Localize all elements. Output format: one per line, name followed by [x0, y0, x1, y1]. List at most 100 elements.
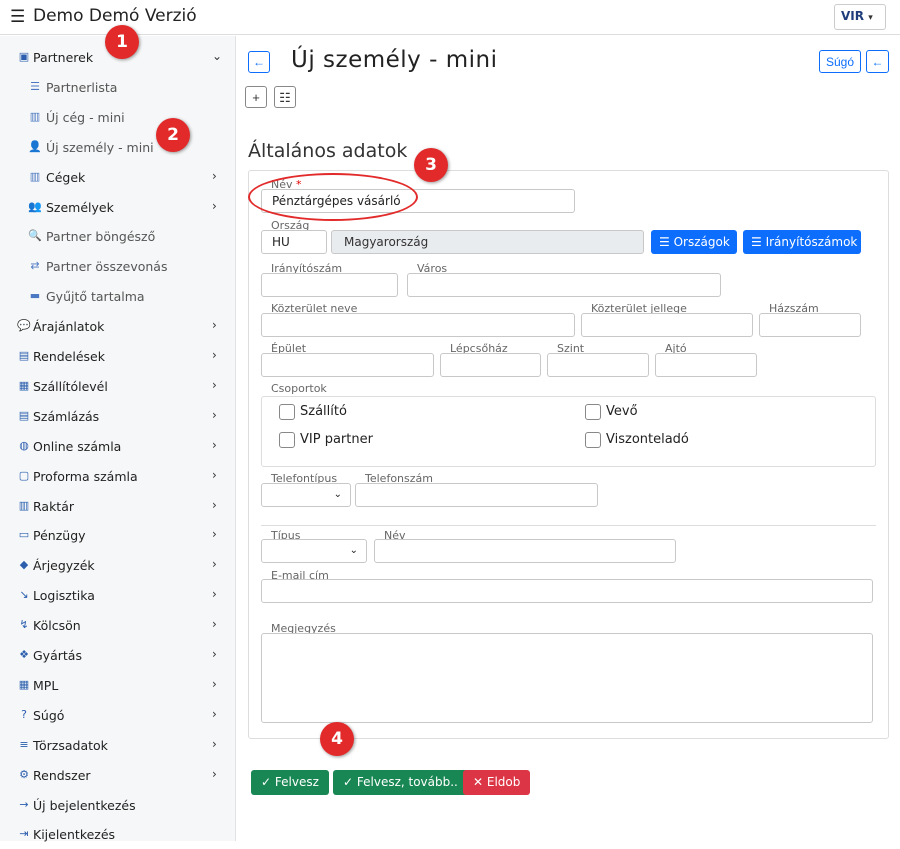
annotation-marker-1: 1	[105, 25, 139, 59]
discard-button[interactable]: ✕ Eldob	[463, 770, 531, 795]
help-button[interactable]: Súgó	[819, 50, 861, 73]
phone-number-input[interactable]	[355, 483, 598, 507]
sticky-note-icon: ▢	[18, 468, 30, 482]
buyer-checkbox[interactable]	[585, 404, 601, 420]
sidebar-item-label: Új cég - mini	[46, 109, 125, 125]
check-icon: ✓	[343, 775, 357, 789]
sidebar-item[interactable]: ? Súgó ›	[0, 702, 236, 730]
back-button-right[interactable]: ←	[866, 50, 889, 73]
chevron-right-icon: ›	[212, 407, 217, 422]
dolly-icon: ↘	[19, 588, 29, 602]
sidebar-item-label: Új bejelentkezés	[33, 797, 136, 813]
zip-input[interactable]	[261, 273, 398, 297]
vip-label: VIP partner	[300, 432, 373, 447]
sidebar-item-label: Online számla	[33, 438, 122, 454]
contact-name-input[interactable]	[374, 539, 676, 563]
sidebar-item-label: Gyártás	[33, 648, 82, 663]
hamburger-menu-icon[interactable]: ☰	[10, 7, 25, 27]
hand-holding-icon: ↯	[19, 618, 29, 632]
note-textarea[interactable]	[261, 633, 873, 723]
sidebar-item[interactable]: 💬 Árajánlatok ›	[0, 313, 236, 341]
chevron-right-icon: ›	[212, 676, 217, 691]
chevron-right-icon: ›	[212, 617, 217, 632]
annotation-marker-3: 3	[414, 148, 448, 182]
sidebar-item[interactable]: ▭ Pénzügy ›	[0, 522, 236, 550]
sidebar-item[interactable]: ▤ Számlázás ›	[0, 403, 236, 431]
add-button[interactable]: ✓ Felvesz	[251, 770, 329, 795]
house-number-input[interactable]	[759, 313, 861, 337]
pallet-icon: ▦	[18, 677, 30, 691]
add-icon-button[interactable]: +	[245, 86, 267, 108]
street-type-input[interactable]	[581, 313, 753, 337]
floor-input[interactable]	[547, 353, 649, 377]
sidebar-item[interactable]: ⚙ Rendszer ›	[0, 762, 236, 790]
sidebar-item-label: Súgó	[33, 707, 65, 723]
sidebar-item[interactable]: ▦ Szállítólevél ›	[0, 373, 236, 401]
cubes-icon: ❖	[19, 648, 29, 661]
sidebar-item[interactable]: 🔍 Partner böngésző	[0, 223, 236, 251]
country-code-input[interactable]: HU	[261, 230, 327, 254]
sidebar-item[interactable]: ≡ Törzsadatok ›	[0, 732, 236, 760]
sidebar-item-label: Partner böngésző	[46, 229, 156, 245]
annotation-marker-2: 2	[156, 118, 190, 152]
database-icon: ≡	[19, 737, 29, 751]
sidebar-item[interactable]: ☰ Partnerlista	[0, 74, 236, 102]
sidebar-item[interactable]: ◆ Árjegyzék ›	[0, 552, 236, 580]
building-input[interactable]	[261, 353, 434, 377]
caret-down-icon: ▾	[868, 13, 873, 23]
sidebar-item[interactable]: ▥ Raktár ›	[0, 493, 236, 521]
sidebar-item[interactable]: ⇄ Partner összevonás	[0, 253, 236, 281]
chevron-right-icon: ›	[212, 437, 217, 452]
sidebar-item-label: Szállítólevél	[33, 378, 108, 394]
city-input[interactable]	[407, 273, 721, 297]
chevron-right-icon: ›	[212, 527, 217, 542]
list-icon-button[interactable]: ☷	[274, 86, 296, 108]
add-button-label: Felvesz	[274, 775, 319, 789]
sidebar-item[interactable]: ▥ Új cég - mini	[0, 104, 236, 132]
vir-logo-dropdown[interactable]: VIR ▾	[834, 4, 886, 30]
sidebar-item[interactable]: 👥 Személyek ›	[0, 194, 236, 222]
chevron-down-icon: ⌄	[212, 49, 223, 63]
sidebar-item-label: Rendelések	[33, 349, 105, 364]
list-icon: ☰	[751, 235, 766, 249]
sidebar-item[interactable]: ▦ MPL ›	[0, 672, 236, 700]
vip-checkbox[interactable]	[279, 432, 295, 448]
sidebar-item[interactable]: ↘ Logisztika ›	[0, 582, 236, 610]
sidebar-item[interactable]: ◍ Online számla ›	[0, 433, 236, 461]
chevron-right-icon: ›	[212, 168, 217, 183]
handshake-icon: ⇄	[30, 259, 40, 273]
sidebar-item[interactable]: ⇥ Kijelentkezés	[0, 821, 236, 849]
sidebar-item[interactable]: ▤ Rendelések ›	[0, 343, 236, 371]
countries-button[interactable]: ☰ Országok	[651, 230, 737, 254]
building-icon: ▥	[29, 109, 41, 123]
sidebar-item[interactable]: → Új bejelentkezés	[0, 792, 236, 820]
phone-type-select[interactable]: ⌄	[261, 483, 351, 507]
chevron-down-icon: ⌄	[349, 545, 358, 556]
supplier-checkbox[interactable]	[279, 404, 295, 420]
stair-input[interactable]	[440, 353, 541, 377]
question-circle-icon: ?	[21, 707, 27, 721]
reseller-checkbox[interactable]	[585, 432, 601, 448]
add-and-continue-label: Felvesz, tovább..	[356, 775, 458, 789]
sidebar-item[interactable]: ❖ Gyártás ›	[0, 642, 236, 670]
sidebar-item[interactable]: ↯ Kölcsön ›	[0, 612, 236, 640]
type-select[interactable]: ⌄	[261, 539, 367, 563]
sidebar: ▣ Partnerek ⌄ ☰ Partnerlista ▥ Új cég - mini 👤 Ú…	[0, 36, 236, 842]
back-button[interactable]: ←	[248, 51, 270, 73]
chevron-right-icon: ›	[212, 348, 217, 362]
sidebar-item[interactable]: ▥ Cégek ›	[0, 164, 236, 192]
sidebar-item-label: Partnerlista	[46, 79, 118, 95]
sidebar-item[interactable]: ▬ Gyűjtő tartalma	[0, 283, 236, 311]
reseller-label: Viszonteladó	[606, 432, 689, 447]
email-input[interactable]	[261, 579, 873, 603]
warehouse-icon: ▥	[18, 498, 30, 512]
sidebar-item[interactable]: 👤 Új személy - mini	[0, 134, 236, 162]
add-and-continue-button[interactable]: ✓ Felvesz, tovább..	[333, 770, 468, 795]
street-input[interactable]	[261, 313, 575, 337]
door-input[interactable]	[655, 353, 757, 377]
sidebar-item-label: MPL	[33, 677, 59, 693]
sidebar-item-label: Pénzügy	[33, 528, 86, 544]
country-name-field: Magyarország	[331, 230, 644, 254]
sidebar-item[interactable]: ▢ Proforma számla ›	[0, 463, 236, 491]
zip-codes-button[interactable]: ☰ Irányítószámok	[743, 230, 861, 254]
